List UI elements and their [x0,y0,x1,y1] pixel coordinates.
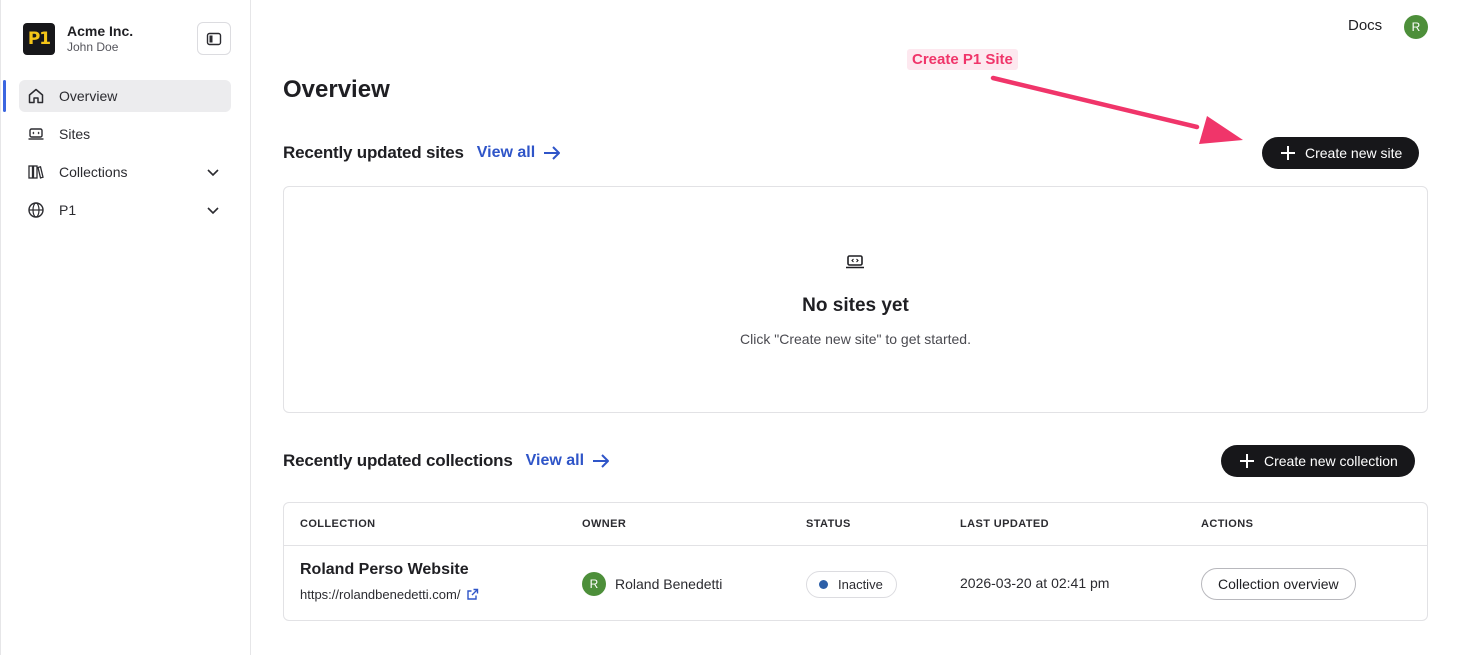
sites-section-title: Recently updated sites [283,143,464,162]
arrow-right-icon [593,454,610,468]
empty-state-subtitle: Click "Create new site" to get started. [740,331,971,347]
annotation-arrow-icon [990,75,1243,144]
status-badge: Inactive [806,571,897,598]
column-header: ACTIONS [1201,518,1254,530]
plus-icon [1239,453,1255,469]
site-icon [27,125,45,143]
sidebar-item-label: Overview [59,88,118,104]
column-header: STATUS [806,518,851,530]
collections-table: COLLECTION OWNER STATUS LAST UPDATED ACT… [283,502,1428,621]
collections-view-all-link[interactable]: View all [526,452,610,470]
sidebar-item-label: Collections [59,164,128,180]
table-header: COLLECTION OWNER STATUS LAST UPDATED ACT… [284,503,1427,546]
user-avatar[interactable]: R [1404,15,1428,39]
chevron-down-icon[interactable] [205,202,221,221]
collections-section-header: Recently updated collections View all [283,451,610,471]
sites-section-header: Recently updated sites View all [283,143,561,163]
column-header: COLLECTION [300,518,376,530]
p1-logo: P1 [23,23,55,55]
column-header: LAST UPDATED [960,518,1049,530]
org-info: Acme Inc. John Doe [67,23,133,55]
arrow-right-icon [544,146,561,160]
last-updated: 2026-03-20 at 02:41 pm [960,575,1110,591]
chevron-down-icon[interactable] [205,164,221,183]
empty-state-title: No sites yet [802,295,909,316]
sidebar-item-overview[interactable]: Overview [19,80,231,112]
sidebar: P1 Acme Inc. John Doe Overview Sites Col… [0,0,251,655]
plus-icon [1280,145,1296,161]
org-user: John Doe [67,40,119,54]
sidebar-item-collections[interactable]: Collections [19,156,231,188]
org-name: Acme Inc. [67,23,134,39]
collection-name: Roland Perso Website [300,561,469,578]
page-title: Overview [283,76,390,103]
collection-owner: R Roland Benedetti [582,572,722,596]
external-link-icon [467,588,479,600]
collections-section-title: Recently updated collections [283,451,513,470]
collection-overview-button[interactable]: Collection overview [1201,568,1356,600]
sidebar-item-label: P1 [59,202,77,218]
status-dot [819,580,828,589]
avatar: R [582,572,606,596]
app-root: P1 Acme Inc. John Doe Overview Sites Col… [0,0,1459,668]
sites-empty-state: No sites yet Click "Create new site" to … [283,186,1428,413]
sites-view-all-link[interactable]: View all [477,144,561,162]
sidebar-nav: Overview Sites Collections P1 [19,80,231,232]
sidebar-item-label: Sites [59,126,91,142]
collection-url-link[interactable]: https://rolandbenedetti.com/ [300,587,479,602]
globe-icon [27,201,45,219]
sidebar-toggle-button[interactable] [197,22,231,55]
sidebar-toggle-icon [206,32,222,45]
annotation-label: Create P1 Site [907,49,1018,70]
org-switcher[interactable]: P1 Acme Inc. John Doe [23,23,133,55]
sidebar-item-sites[interactable]: Sites [19,118,231,150]
active-nav-indicator [3,80,6,112]
sidebar-item-p1[interactable]: P1 [19,194,231,226]
column-header: OWNER [582,518,627,530]
books-icon [27,163,45,181]
create-new-site-button[interactable]: Create new site [1262,137,1420,169]
create-new-collection-button[interactable]: Create new collection [1221,445,1415,477]
docs-link[interactable]: Docs [1348,17,1382,34]
site-icon [846,255,864,269]
home-icon [27,87,45,105]
